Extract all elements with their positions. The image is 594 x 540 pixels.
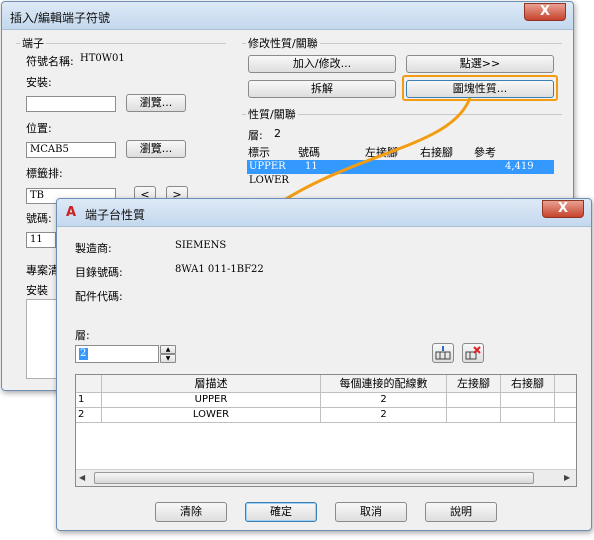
catalog-label: 目錄號碼:: [75, 266, 123, 279]
grid-row-1-index[interactable]: 1: [76, 393, 102, 408]
help-button[interactable]: 說明: [425, 502, 497, 522]
grid-row-2-right-pin[interactable]: [501, 408, 555, 423]
cancel-button[interactable]: 取消: [335, 502, 407, 522]
layer-spinner-down-icon[interactable]: ▼: [160, 354, 176, 363]
grid-header-description[interactable]: 層描述: [102, 375, 321, 393]
grid-header-left-pin[interactable]: 左接腳: [447, 375, 501, 393]
scroll-left-icon[interactable]: ◀: [79, 473, 85, 482]
grid-horizontal-scrollbar[interactable]: ◀ ▶: [76, 469, 576, 486]
grid-row-1-wires[interactable]: 2: [321, 393, 447, 408]
grid-row-2-index[interactable]: 2: [76, 408, 102, 423]
scroll-thumb[interactable]: [94, 472, 534, 484]
grid-header-wires[interactable]: 每個連接的配線數: [321, 375, 447, 393]
insert-row-icon[interactable]: [432, 343, 454, 363]
delete-row-icon[interactable]: [462, 343, 484, 363]
ok-button[interactable]: 確定: [245, 502, 317, 522]
grid-header-index: [76, 375, 102, 393]
grid-row-2-left-pin[interactable]: [447, 408, 501, 423]
grid-row-1-description[interactable]: UPPER: [102, 393, 321, 408]
catalog-value: 8WA1 011-1BF22: [175, 264, 264, 275]
layer-grid: 層描述 每個連接的配線數 左接腳 右接腳 1 UPPER 2 2 LOWER 2…: [75, 374, 577, 487]
manufacturer-label: 製造商:: [75, 242, 112, 255]
grid-row-1-left-pin[interactable]: [447, 393, 501, 408]
grid-row-1-extra[interactable]: [555, 393, 576, 408]
grid-header-right-pin[interactable]: 右接腳: [501, 375, 555, 393]
scroll-right-icon[interactable]: ▶: [564, 473, 570, 482]
grid-header-extra[interactable]: [555, 375, 576, 393]
front-dialog-titlebar[interactable]: A 端子台性質 X: [57, 199, 591, 227]
clear-button[interactable]: 清除: [155, 502, 227, 522]
front-dialog-title: 端子台性質: [85, 208, 146, 222]
front-dialog-close-button[interactable]: X: [542, 200, 584, 218]
terminal-block-properties-dialog: A 端子台性質 X 製造商: SIEMENS 目錄號碼: 8WA1 011-1B…: [56, 198, 592, 531]
grid-row-2-wires[interactable]: 2: [321, 408, 447, 423]
assembly-code-label: 配件代碼:: [75, 290, 123, 303]
grid-row-2-description[interactable]: LOWER: [102, 408, 321, 423]
autocad-logo-icon: A: [66, 205, 77, 220]
layer-spinner-value: 2: [80, 348, 87, 359]
grid-row-1-right-pin[interactable]: [501, 393, 555, 408]
front-layer-label: 層:: [75, 329, 90, 342]
manufacturer-value: SIEMENS: [175, 240, 227, 251]
grid-row-2-extra[interactable]: [555, 408, 576, 423]
layer-spinner-up-icon[interactable]: ▲: [160, 345, 176, 354]
